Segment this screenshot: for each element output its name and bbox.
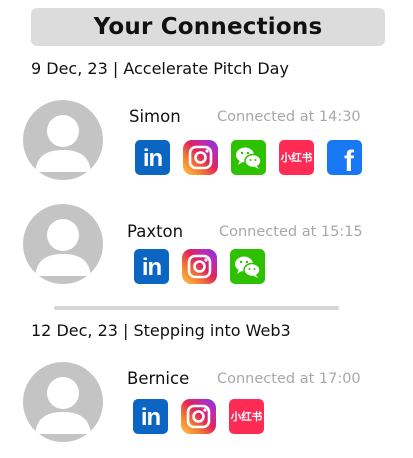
page-header: Your Connections bbox=[31, 8, 385, 46]
linkedin-icon[interactable]: in bbox=[135, 140, 170, 175]
instagram-icon[interactable] bbox=[182, 249, 217, 284]
connection-name[interactable]: Bernice bbox=[127, 369, 189, 388]
connection-name[interactable]: Simon bbox=[129, 107, 181, 126]
event-title: 9 Dec, 23 | Accelerate Pitch Day bbox=[31, 59, 289, 78]
page-title: Your Connections bbox=[93, 14, 323, 40]
default-avatar-icon bbox=[35, 219, 91, 276]
connection-time: Connected at 14:30 bbox=[217, 109, 361, 125]
linkedin-icon[interactable]: in bbox=[133, 399, 168, 434]
instagram-icon[interactable] bbox=[181, 399, 216, 434]
social-links: in bbox=[134, 249, 265, 284]
event-title: 12 Dec, 23 | Stepping into Web3 bbox=[31, 321, 291, 340]
default-avatar-icon bbox=[35, 377, 91, 434]
instagram-icon[interactable] bbox=[183, 140, 218, 175]
social-links: in 小红书 f bbox=[135, 140, 362, 175]
connection-name[interactable]: Paxton bbox=[127, 222, 183, 241]
linkedin-icon[interactable]: in bbox=[134, 249, 169, 284]
default-avatar-icon bbox=[35, 115, 91, 172]
connection-time: Connected at 15:15 bbox=[219, 224, 363, 240]
wechat-icon[interactable] bbox=[230, 249, 265, 284]
connection-time: Connected at 17:00 bbox=[217, 371, 361, 387]
wechat-icon[interactable] bbox=[231, 140, 266, 175]
avatar[interactable] bbox=[23, 100, 103, 180]
event-divider bbox=[54, 306, 339, 310]
avatar[interactable] bbox=[23, 204, 103, 284]
social-links: in 小红书 bbox=[133, 399, 264, 434]
avatar[interactable] bbox=[23, 362, 103, 442]
xiaohongshu-icon[interactable]: 小红书 bbox=[229, 399, 264, 434]
facebook-icon[interactable]: f bbox=[327, 140, 362, 175]
xiaohongshu-icon[interactable]: 小红书 bbox=[279, 140, 314, 175]
